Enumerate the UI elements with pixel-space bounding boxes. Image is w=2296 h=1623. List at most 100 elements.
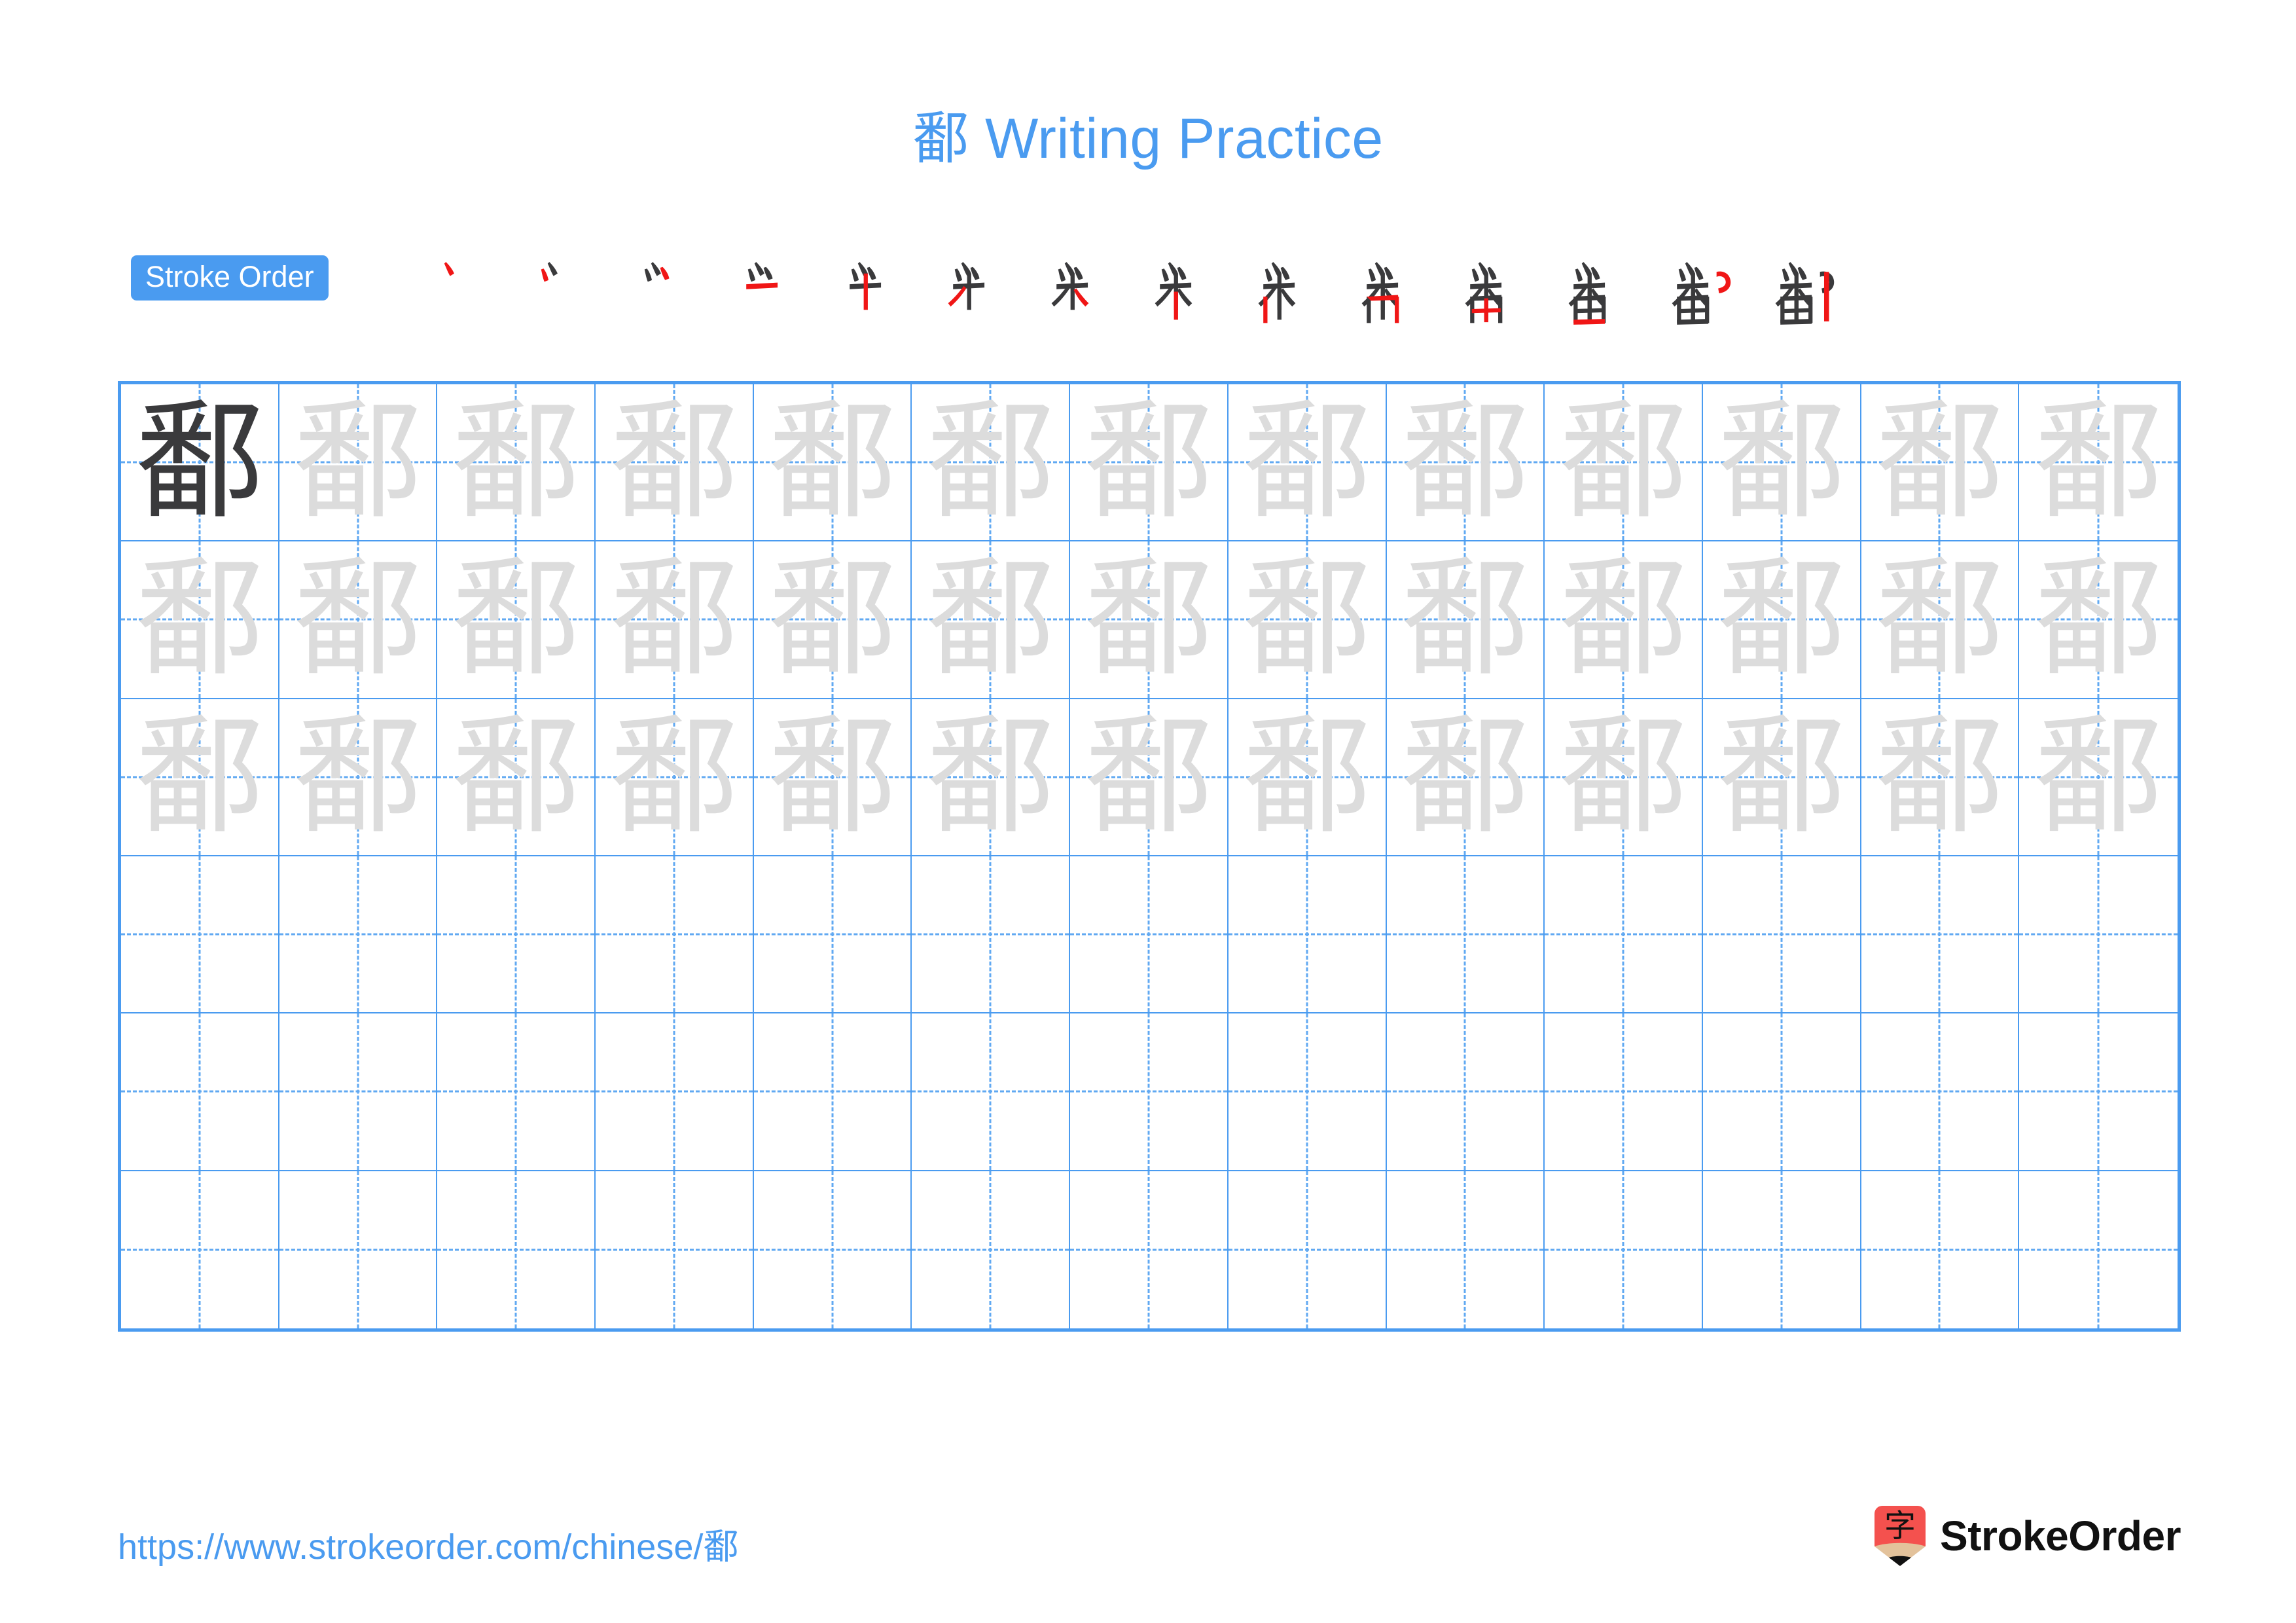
practice-cell-r1-c6[interactable]: 鄱 — [912, 384, 1071, 542]
practice-cell-r5-c1[interactable] — [121, 1013, 279, 1171]
practice-cell-r2-c1[interactable]: 鄱 — [121, 541, 279, 699]
practice-cell-r4-c6[interactable] — [912, 856, 1071, 1014]
practice-cell-r5-c3[interactable] — [437, 1013, 596, 1171]
practice-cell-r6-c13[interactable] — [2019, 1171, 2178, 1328]
practice-cell-r4-c2[interactable] — [279, 856, 438, 1014]
practice-cell-r2-c9[interactable]: 鄱 — [1386, 541, 1545, 699]
practice-cell-r3-c2[interactable]: 鄱 — [279, 699, 438, 856]
practice-cell-r4-c3[interactable] — [437, 856, 596, 1014]
practice-cell-r6-c10[interactable] — [1545, 1171, 1703, 1328]
practice-cell-r1-c9[interactable]: 鄱 — [1386, 384, 1545, 542]
practice-cell-r3-c3[interactable]: 鄱 — [437, 699, 596, 856]
stroke-step-glyph — [1258, 262, 1296, 323]
practice-cell-r6-c4[interactable] — [596, 1171, 754, 1328]
practice-cell-r3-c11[interactable]: 鄱 — [1702, 699, 1861, 856]
practice-cell-r3-c7[interactable]: 鄱 — [1070, 699, 1229, 856]
practice-cell-r6-c6[interactable] — [912, 1171, 1071, 1328]
practice-cell-r2-c7[interactable]: 鄱 — [1070, 541, 1229, 699]
practice-cell-r1-c11[interactable]: 鄱 — [1702, 384, 1861, 542]
practice-cell-r5-c13[interactable] — [2019, 1013, 2178, 1171]
practice-cell-r2-c11[interactable]: 鄱 — [1702, 541, 1861, 699]
tracing-character: 鄱 — [1401, 390, 1530, 534]
practice-cell-r4-c13[interactable] — [2019, 856, 2178, 1014]
logo-zi-character: 字 — [1884, 1508, 1916, 1544]
practice-cell-r4-c5[interactable] — [753, 856, 912, 1014]
practice-cell-r4-c11[interactable] — [1702, 856, 1861, 1014]
practice-cell-r2-c3[interactable]: 鄱 — [437, 541, 596, 699]
practice-cell-r4-c4[interactable] — [596, 856, 754, 1014]
footer-url[interactable]: https://www.strokeorder.com/chinese/鄱 — [118, 1518, 738, 1569]
practice-cell-r2-c4[interactable]: 鄱 — [596, 541, 754, 699]
practice-cell-r4-c8[interactable] — [1228, 856, 1387, 1014]
practice-cell-r2-c10[interactable]: 鄱 — [1545, 541, 1703, 699]
practice-cell-r5-c7[interactable] — [1070, 1013, 1229, 1171]
practice-cell-r1-c2[interactable]: 鄱 — [279, 384, 438, 542]
practice-cell-r1-c13[interactable]: 鄱 — [2019, 384, 2178, 542]
brand-name: StrokeOrder — [1940, 1512, 2181, 1559]
stroke-step-glyph — [1568, 262, 1606, 325]
practice-cell-r4-c1[interactable] — [121, 856, 279, 1014]
practice-cell-r5-c12[interactable] — [1861, 1013, 2020, 1171]
practice-cell-r6-c5[interactable] — [754, 1171, 912, 1328]
practice-cell-r6-c7[interactable] — [1070, 1171, 1229, 1328]
practice-cell-r4-c7[interactable] — [1070, 856, 1229, 1014]
practice-cell-r2-c5[interactable]: 鄱 — [753, 541, 912, 699]
practice-cell-r5-c5[interactable] — [753, 1013, 912, 1171]
practice-cell-r1-c4[interactable]: 鄱 — [596, 384, 754, 542]
stroke-order-section: Stroke Order — [0, 249, 2296, 334]
practice-cell-r5-c10[interactable] — [1545, 1013, 1703, 1171]
practice-cell-r2-c2[interactable]: 鄱 — [279, 541, 438, 699]
practice-cell-r3-c4[interactable]: 鄱 — [596, 699, 754, 856]
practice-cell-r5-c4[interactable] — [596, 1013, 754, 1171]
stroke-step-10 — [1340, 249, 1443, 331]
practice-cell-r6-c12[interactable] — [1861, 1171, 2020, 1328]
practice-cell-r1-c1[interactable]: 鄱 — [121, 384, 279, 542]
practice-cell-r1-c12[interactable]: 鄱 — [1861, 384, 2020, 542]
practice-cell-r3-c9[interactable]: 鄱 — [1386, 699, 1545, 856]
practice-cell-r6-c9[interactable] — [1387, 1171, 1545, 1328]
practice-cell-r6-c8[interactable] — [1229, 1171, 1387, 1328]
stroke-step-glyph — [644, 262, 670, 282]
practice-cell-r4-c9[interactable] — [1386, 856, 1545, 1014]
stroke-step-5 — [823, 249, 926, 331]
practice-cell-r3-c13[interactable]: 鄱 — [2019, 699, 2178, 856]
practice-cell-r6-c3[interactable] — [437, 1171, 596, 1328]
practice-cell-r3-c1[interactable]: 鄱 — [121, 699, 279, 856]
practice-cell-r5-c8[interactable] — [1228, 1013, 1387, 1171]
stroke-order-sequence — [409, 249, 1857, 331]
stroke-step-glyph — [1155, 262, 1193, 320]
practice-cell-r1-c10[interactable]: 鄱 — [1545, 384, 1703, 542]
tracing-character: 鄱 — [1875, 704, 2004, 848]
practice-cell-r1-c5[interactable]: 鄱 — [753, 384, 912, 542]
practice-cell-r1-c3[interactable]: 鄱 — [437, 384, 596, 542]
practice-cell-r5-c2[interactable] — [279, 1013, 438, 1171]
practice-cell-r1-c8[interactable]: 鄱 — [1228, 384, 1387, 542]
practice-cell-r4-c10[interactable] — [1545, 856, 1703, 1014]
stroke-step-6 — [926, 249, 1030, 331]
practice-cell-r6-c1[interactable] — [121, 1171, 279, 1328]
practice-cell-r2-c12[interactable]: 鄱 — [1861, 541, 2020, 699]
practice-cell-r5-c9[interactable] — [1386, 1013, 1545, 1171]
tracing-character: 鄱 — [1242, 547, 1371, 691]
practice-cell-r2-c6[interactable]: 鄱 — [912, 541, 1071, 699]
practice-cell-r6-c11[interactable] — [1703, 1171, 1861, 1328]
practice-grid: 鄱鄱鄱鄱鄱鄱鄱鄱鄱鄱鄱鄱鄱鄱鄱鄱鄱鄱鄱鄱鄱鄱鄱鄱鄱鄱鄱鄱鄱鄱鄱鄱鄱鄱鄱鄱鄱鄱鄱 — [118, 381, 2181, 1332]
tracing-character: 鄱 — [1875, 547, 2004, 691]
practice-cell-r3-c10[interactable]: 鄱 — [1545, 699, 1703, 856]
stroke-step-11 — [1443, 249, 1547, 331]
practice-cell-r3-c8[interactable]: 鄱 — [1228, 699, 1387, 856]
practice-cell-r3-c6[interactable]: 鄱 — [912, 699, 1071, 856]
practice-cell-r6-c2[interactable] — [279, 1171, 438, 1328]
practice-cell-r3-c12[interactable]: 鄱 — [1861, 699, 2020, 856]
practice-cell-r5-c6[interactable] — [912, 1013, 1071, 1171]
practice-cell-r5-c11[interactable] — [1702, 1013, 1861, 1171]
practice-cell-r3-c5[interactable]: 鄱 — [753, 699, 912, 856]
brand-logo[interactable]: 字 StrokeOrder — [1874, 1506, 2181, 1566]
practice-cell-r2-c13[interactable]: 鄱 — [2019, 541, 2178, 699]
practice-cell-r4-c12[interactable] — [1861, 856, 2020, 1014]
practice-cell-r2-c8[interactable]: 鄱 — [1228, 541, 1387, 699]
page-title: 鄱 Writing Practice — [912, 107, 1384, 170]
tracing-character: 鄱 — [2034, 547, 2163, 691]
practice-cell-r1-c7[interactable]: 鄱 — [1070, 384, 1229, 542]
tracing-character: 鄱 — [1717, 390, 1846, 534]
